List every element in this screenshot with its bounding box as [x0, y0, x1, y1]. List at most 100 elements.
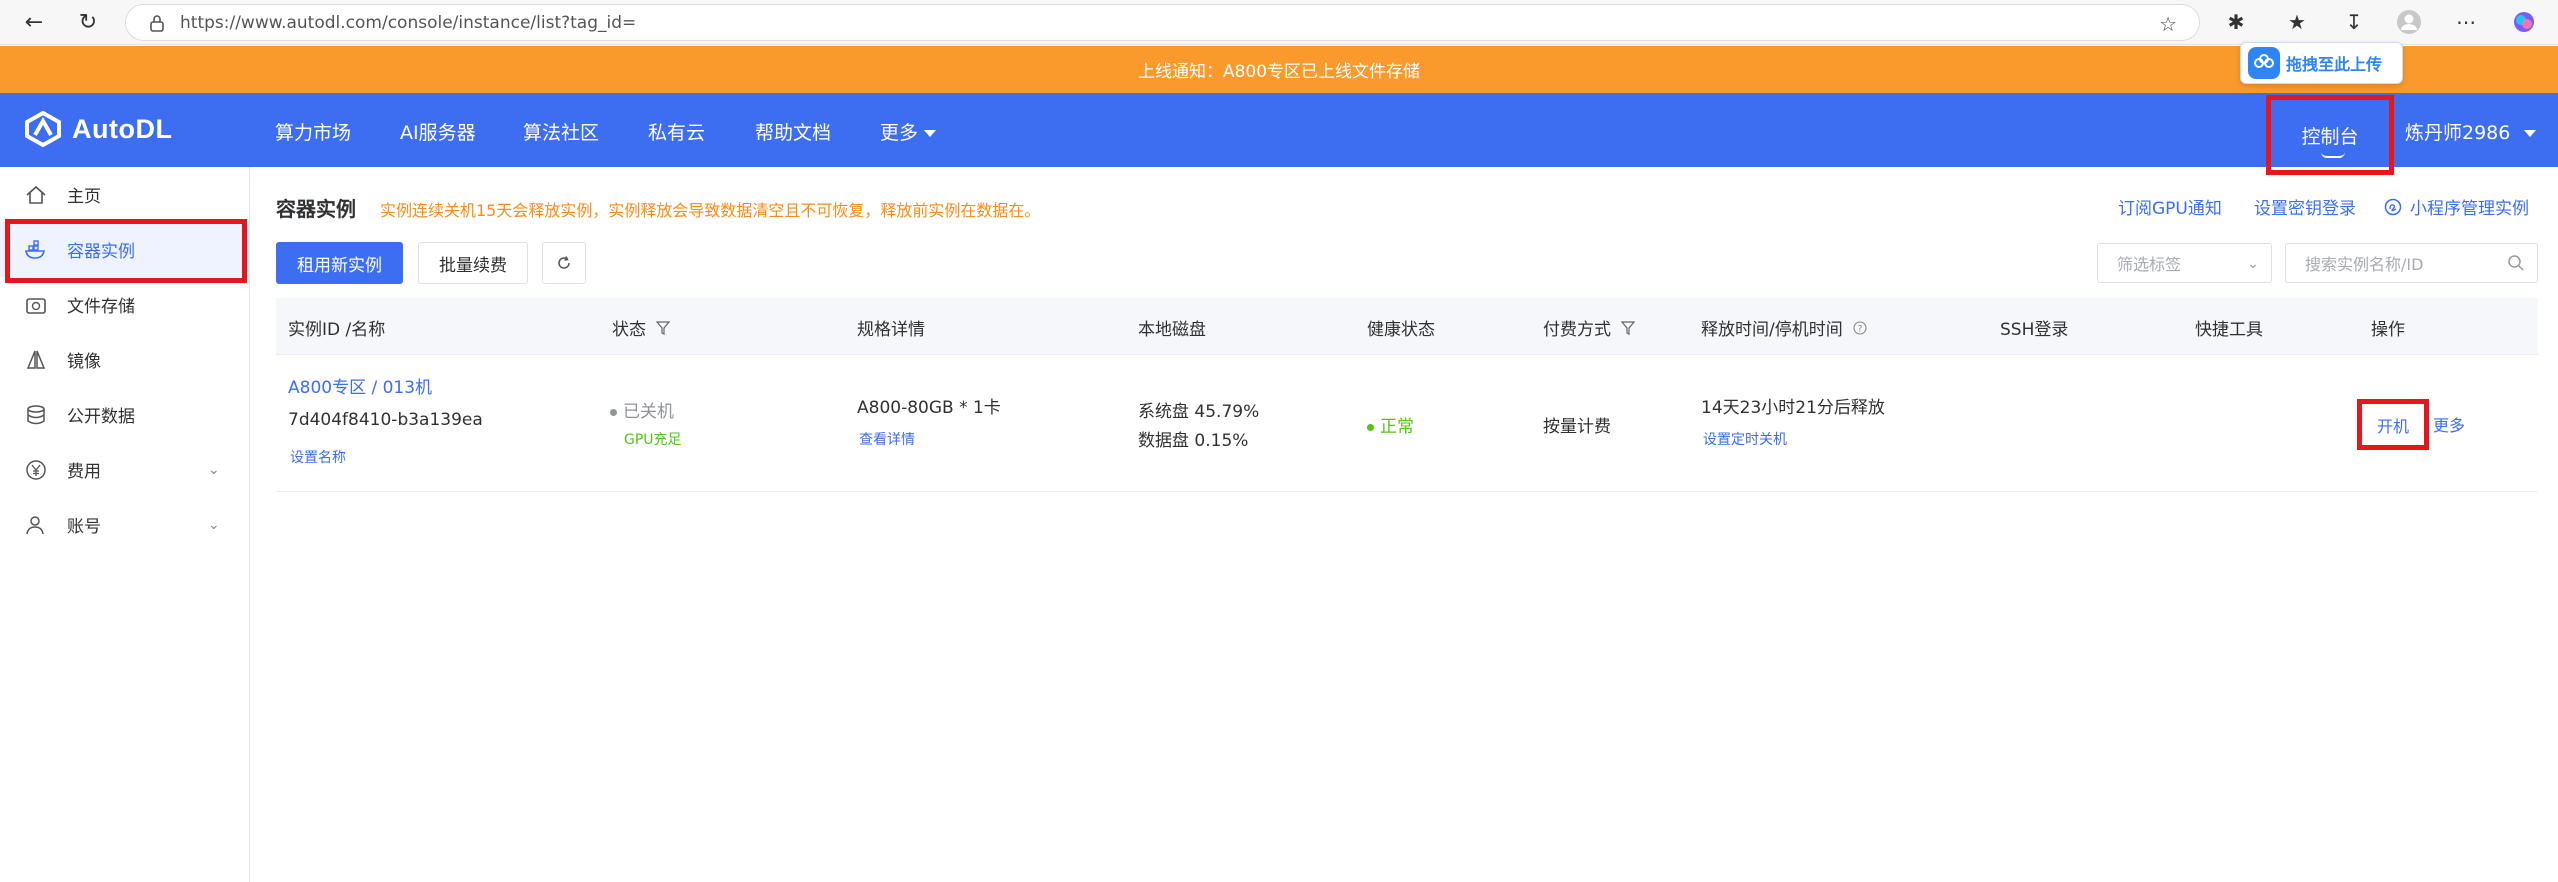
console-link[interactable]: 控制台 [2266, 95, 2394, 175]
help-icon[interactable]: ? [1853, 320, 1867, 335]
billing-type: 按量计费 [1543, 417, 1611, 437]
set-key-login-link[interactable]: 设置密钥登录 [2254, 194, 2356, 219]
miniprogram-label: 小程序管理实例 [2410, 199, 2529, 219]
page-title: 容器实例 [276, 197, 356, 221]
logo-text: AutoDL [72, 113, 173, 144]
user-caret-down-icon [2524, 130, 2537, 137]
release-countdown: 14天23小时21分后释放 [1701, 398, 1885, 418]
notice-banner: 上线通知：A800专区已上线文件存储 [0, 46, 2558, 93]
tag-filter-placeholder: 筛选标签 [2117, 255, 2182, 274]
sidebar-item-label: 镜像 [67, 352, 101, 372]
col-quick-tools: 快捷工具 [2195, 320, 2263, 340]
extensions-icon[interactable]: ✱ [2220, 6, 2252, 38]
profile-avatar-icon[interactable] [2393, 6, 2425, 38]
filter-icon[interactable] [656, 320, 670, 335]
nav-ai-server[interactable]: AI服务器 [400, 118, 476, 145]
miniprogram-icon [2384, 198, 2402, 215]
spec-text: A800-80GB * 1卡 [857, 398, 1001, 418]
sidebar-item-images[interactable]: 镜像 [0, 332, 250, 387]
nav-compute-market[interactable]: 算力市场 [275, 118, 351, 145]
top-navigation: AutoDL 算力市场 AI服务器 算法社区 私有云 帮助文档 更多 [0, 93, 2558, 167]
database-icon [24, 403, 48, 427]
sidebar-item-file-storage[interactable]: 文件存储 [0, 277, 250, 332]
status-dot [610, 408, 617, 416]
tag-filter-select[interactable]: 筛选标签 ⌄ [2097, 243, 2272, 283]
status-badge: 已关机 [610, 397, 674, 422]
health-status: 正常 [1367, 412, 1414, 437]
search-placeholder: 搜索实例名称/ID [2305, 255, 2424, 274]
sidebar-item-home[interactable]: 主页 [0, 167, 250, 222]
console-label: 控制台 [2301, 125, 2359, 148]
col-billing[interactable]: 付费方式 [1543, 315, 1635, 340]
username: 炼丹师2986 [2405, 122, 2511, 144]
more-menu-icon[interactable]: ⋯ [2450, 6, 2482, 38]
subscribe-gpu-link[interactable]: 订阅GPU通知 [2118, 194, 2222, 219]
batch-renew-button[interactable]: 批量续费 [418, 242, 528, 284]
instance-search-input[interactable]: 搜索实例名称/ID [2285, 243, 2538, 283]
nav-help-docs[interactable]: 帮助文档 [755, 118, 831, 145]
sidebar-item-label: 公开数据 [67, 407, 135, 427]
schedule-shutdown-link[interactable]: 设置定时关机 [1703, 429, 1787, 449]
col-instance-id: 实例ID /名称 [288, 320, 386, 340]
power-on-button[interactable]: 开机 [2357, 399, 2429, 450]
sidebar-item-account[interactable]: 账号 ⌄ [0, 497, 250, 552]
browser-toolbar: ← ↻ https://www.autodl.com/console/insta… [0, 0, 2558, 45]
table-header: 实例ID /名称 状态 规格详情 本地磁盘 健康状态 付费方式 释放时间/停机时… [276, 298, 2538, 355]
svg-text:?: ? [1857, 324, 1862, 334]
refresh-button[interactable] [542, 242, 586, 284]
col-status-label: 状态 [612, 320, 646, 340]
yen-icon [24, 458, 48, 482]
col-release-label: 释放时间/停机时间 [1701, 320, 1843, 340]
system-disk-usage: 系统盘 45.79% [1138, 402, 1260, 422]
console-active-indicator [2321, 152, 2345, 158]
nav-more-label: 更多 [880, 122, 919, 144]
lock-icon [148, 14, 166, 32]
chevron-down-icon: ⌄ [2247, 256, 2259, 272]
nav-algorithm-community[interactable]: 算法社区 [523, 118, 599, 145]
sidebar-item-public-data[interactable]: 公开数据 [0, 387, 250, 442]
nav-more[interactable]: 更多 [880, 118, 937, 145]
rent-new-instance-button[interactable]: 租用新实例 [276, 242, 403, 284]
caret-down-icon [924, 130, 937, 137]
autodl-logo[interactable]: AutoDL [24, 111, 172, 147]
copilot-icon[interactable] [2508, 6, 2540, 38]
sidebar-item-label: 文件存储 [67, 297, 135, 317]
home-icon [24, 183, 48, 207]
health-dot [1367, 423, 1374, 431]
table-row: A800专区 / 013机 7d404f8410-b3a139ea 设置名称 已… [276, 355, 2538, 492]
filter-icon[interactable] [1621, 320, 1635, 335]
user-menu[interactable]: 炼丹师2986 [2405, 118, 2537, 145]
upload-tip-label: 拖拽至此上传 [2286, 55, 2383, 74]
highlight-box-sidebar [5, 219, 247, 283]
col-spec: 规格详情 [857, 320, 925, 340]
col-actions: 操作 [2371, 320, 2405, 340]
set-name-link[interactable]: 设置名称 [290, 447, 346, 467]
search-icon [2508, 255, 2524, 271]
cloud-upload-icon [2248, 47, 2280, 79]
instance-id: 7d404f8410-b3a139ea [288, 410, 483, 430]
upload-drop-tip[interactable]: 拖拽至此上传 [2240, 42, 2403, 84]
reload-icon[interactable]: ↻ [72, 6, 104, 38]
back-icon[interactable]: ← [18, 6, 50, 38]
nav-private-cloud[interactable]: 私有云 [648, 118, 705, 145]
gpu-availability: GPU充足 [624, 432, 682, 448]
sidebar-item-billing[interactable]: 费用 ⌄ [0, 442, 250, 497]
favorite-star-icon[interactable]: ☆ [2159, 12, 2177, 36]
address-bar[interactable]: https://www.autodl.com/console/instance/… [125, 4, 2200, 41]
download-icon[interactable]: ↧ [2338, 6, 2370, 38]
favorites-icon[interactable]: ★ [2281, 6, 2313, 38]
col-local-disk: 本地磁盘 [1138, 320, 1206, 340]
col-release-time: 释放时间/停机时间 ? [1701, 315, 1867, 340]
miniprogram-manage-link[interactable]: 小程序管理实例 [2384, 194, 2529, 219]
instance-name-link[interactable]: A800专区 / 013机 [288, 373, 432, 398]
col-billing-label: 付费方式 [1543, 320, 1611, 340]
sidebar-item-label: 费用 [67, 462, 101, 482]
storage-icon [24, 293, 48, 317]
more-actions-link[interactable]: 更多 [2433, 412, 2465, 436]
refresh-icon [558, 256, 570, 269]
image-icon [24, 348, 48, 372]
col-status[interactable]: 状态 [612, 315, 670, 340]
col-ssh: SSH登录 [2000, 320, 2069, 340]
data-disk-usage: 数据盘 0.15% [1138, 431, 1249, 451]
view-details-link[interactable]: 查看详情 [859, 429, 915, 449]
